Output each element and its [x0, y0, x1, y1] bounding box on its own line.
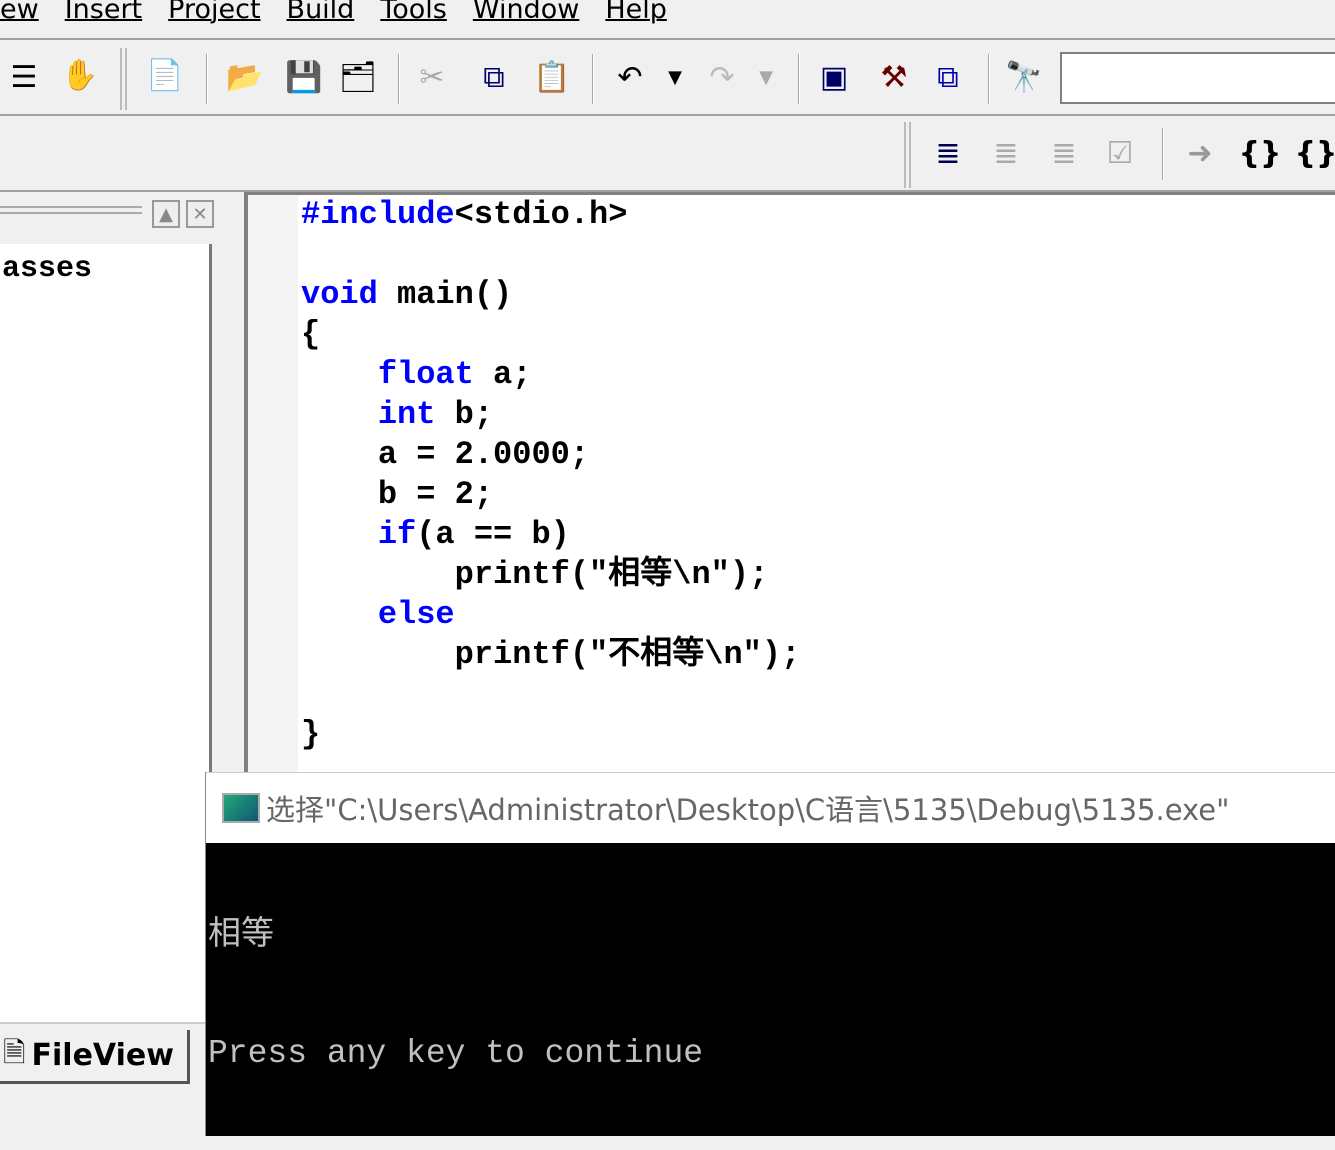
- sort-icon[interactable]: ☰: [4, 58, 44, 98]
- apply-code-changes-icon[interactable]: ☑: [1100, 134, 1140, 174]
- code-token: a = 2.0000;: [301, 436, 590, 473]
- file-icon: 🗎: [3, 1035, 26, 1069]
- menu-window[interactable]: Window: [473, 0, 579, 25]
- code-line[interactable]: float a;: [301, 355, 800, 395]
- toolbar-grip[interactable]: [120, 48, 127, 110]
- separator: [592, 54, 594, 104]
- menu-build[interactable]: Build: [287, 0, 355, 25]
- separator: [798, 54, 800, 104]
- menu-insert[interactable]: Insert: [65, 0, 142, 25]
- show-next-statement-icon[interactable]: ➜: [1180, 134, 1220, 174]
- separator: [398, 54, 400, 104]
- code-line[interactable]: }: [301, 715, 800, 755]
- open-folder-icon[interactable]: 📂: [225, 58, 265, 98]
- output-icon[interactable]: ⚒: [874, 58, 914, 98]
- new-text-file-icon[interactable]: 📄: [145, 56, 185, 96]
- paste-icon[interactable]: 📋: [532, 58, 572, 98]
- separator: [988, 54, 990, 104]
- standard-toolbar: ☰ ✋ 📄 📂 💾 🗂 ✂ ⧉ 📋 ↶ ▼ ↷ ▼ ▣ ⚒ ⧉ 🔭: [0, 42, 1335, 116]
- class-view-tree[interactable]: asses: [0, 244, 212, 1024]
- cut-icon[interactable]: ✂: [412, 58, 452, 98]
- find-input[interactable]: [1060, 52, 1335, 104]
- tab-fileview[interactable]: 🗎 FileView: [0, 1030, 190, 1084]
- code-line[interactable]: a = 2.0000;: [301, 435, 800, 475]
- code-token: b = 2;: [301, 476, 494, 513]
- code-line[interactable]: void main(): [301, 275, 800, 315]
- keyword-token: if: [377, 516, 417, 553]
- editor-gutter: [248, 195, 298, 772]
- code-editor[interactable]: #include<stdio.h> void main(){ float a; …: [244, 192, 1335, 772]
- find-in-files-icon[interactable]: 🔭: [1004, 58, 1044, 98]
- menu-view[interactable]: ew: [0, 0, 39, 25]
- code-token: }: [301, 716, 321, 753]
- menu-help[interactable]: Help: [605, 0, 667, 25]
- tree-item-classes[interactable]: asses: [2, 252, 92, 286]
- keyword-token: int: [377, 396, 436, 433]
- undo-icon[interactable]: ↶: [610, 58, 650, 98]
- window-list-icon[interactable]: ⧉: [928, 58, 968, 98]
- keyword-token: else: [377, 596, 455, 633]
- console-window[interactable]: 选择"C:\Users\Administrator\Desktop\C语言\51…: [205, 772, 1335, 1136]
- redo-dropdown-icon[interactable]: ▼: [746, 58, 786, 98]
- code-token: printf("不相等\n");: [301, 636, 801, 673]
- code-line[interactable]: {: [301, 315, 800, 355]
- copy-icon[interactable]: ⧉: [474, 58, 514, 98]
- code-token: a;: [473, 356, 532, 393]
- workspace-pane: ▲ ✕ asses 🗎 FileView: [0, 192, 240, 1136]
- pane-close-button[interactable]: ✕: [186, 200, 214, 228]
- code-line[interactable]: printf("相等\n");: [301, 555, 800, 595]
- console-title: 选择"C:\Users\Administrator\Desktop\C语言\51…: [266, 793, 1230, 827]
- console-title-bar[interactable]: 选择"C:\Users\Administrator\Desktop\C语言\51…: [206, 772, 1335, 843]
- save-icon[interactable]: 💾: [284, 58, 324, 98]
- menu-bar: ew Insert Project Build Tools Window Hel…: [0, 0, 1335, 40]
- console-app-icon: [222, 793, 260, 823]
- stop-debug-icon[interactable]: ≣: [986, 134, 1026, 174]
- keyword-token: #include: [301, 196, 455, 233]
- toolbar-grip[interactable]: [904, 122, 911, 188]
- save-all-icon[interactable]: 🗂: [338, 58, 378, 98]
- tab-label: FileView: [31, 1038, 174, 1073]
- console-line: 相等: [208, 917, 274, 954]
- code-line[interactable]: int b;: [301, 395, 800, 435]
- code-line[interactable]: [301, 675, 800, 715]
- workspace-icon[interactable]: ▣: [814, 58, 854, 98]
- code-token: <stdio.h>: [454, 196, 628, 233]
- step-over-icon[interactable]: {}: [1295, 134, 1335, 174]
- code-line[interactable]: else: [301, 595, 800, 635]
- separator: [206, 54, 208, 104]
- debug-run-icon[interactable]: ≣: [928, 134, 968, 174]
- console-line: Press any key to continue: [208, 1035, 704, 1072]
- step-into-icon[interactable]: {}: [1239, 134, 1282, 174]
- code-line[interactable]: #include<stdio.h>: [301, 195, 800, 235]
- code-line[interactable]: if(a == b): [301, 515, 800, 555]
- code-token: main(): [377, 276, 513, 313]
- keyword-token: float: [377, 356, 474, 393]
- code-line[interactable]: b = 2;: [301, 475, 800, 515]
- code-line[interactable]: printf("不相等\n");: [301, 635, 801, 675]
- code-text[interactable]: #include<stdio.h> void main(){ float a; …: [301, 195, 800, 755]
- menu-project[interactable]: Project: [168, 0, 260, 25]
- code-token: (a == b): [416, 516, 570, 553]
- hand-icon[interactable]: ✋: [60, 56, 100, 96]
- separator: [1162, 128, 1164, 180]
- menu-tools[interactable]: Tools: [380, 0, 447, 25]
- redo-icon[interactable]: ↷: [702, 58, 742, 98]
- code-token: {: [301, 316, 321, 353]
- console-output: 相等 Press any key to continue: [208, 840, 703, 1150]
- pane-maximize-button[interactable]: ▲: [152, 200, 180, 228]
- code-line[interactable]: [301, 235, 800, 275]
- break-icon[interactable]: ≣: [1044, 134, 1084, 174]
- undo-dropdown-icon[interactable]: ▼: [655, 58, 695, 98]
- pane-grip[interactable]: [0, 206, 142, 214]
- code-token: b;: [435, 396, 494, 433]
- keyword-token: void: [301, 276, 378, 313]
- build-debug-toolbar: ≣ ≣ ≣ ☑ ➜ {} {}: [0, 118, 1335, 192]
- code-token: printf("相等\n");: [301, 556, 769, 593]
